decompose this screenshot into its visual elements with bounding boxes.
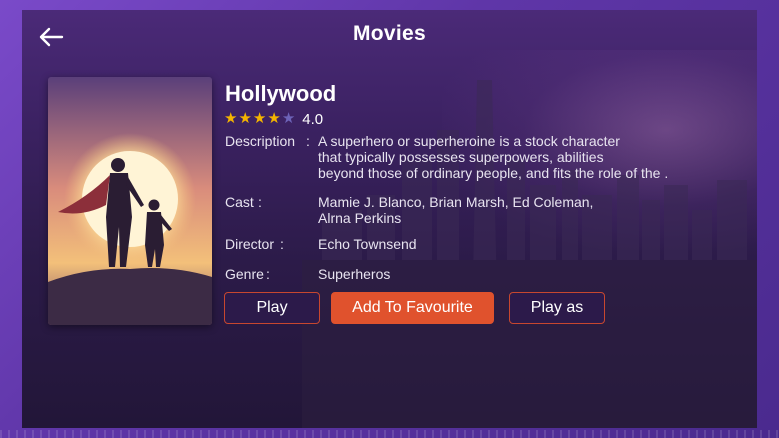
- rating: ★ ★ ★ ★ ★ 4.0: [224, 110, 323, 128]
- star-filled-icon: ★: [252, 110, 267, 127]
- star-filled-icon: ★: [238, 110, 252, 127]
- description-line: A superhero or superheroine is a stock c…: [318, 133, 620, 149]
- movie-poster: [48, 77, 212, 325]
- cast-line: Alrna Perkins: [318, 210, 402, 226]
- movie-title: Hollywood: [225, 81, 337, 106]
- description-label: Description: [225, 133, 296, 149]
- director-colon: :: [280, 236, 284, 252]
- genre-value: Superheros: [318, 266, 391, 282]
- page-title: Movies: [353, 22, 426, 45]
- add-to-favourite-button[interactable]: Add To Favourite: [331, 292, 494, 324]
- description-line: beyond those of ordinary people, and fit…: [318, 165, 669, 181]
- bottom-edge-decoration: [0, 430, 779, 438]
- movie-detail-screen: Movies Hollywood ★ ★ ★ ★ ★ 4.0 Descripti…: [22, 10, 757, 428]
- star-empty-icon: ★: [281, 110, 296, 127]
- cast-line: Mamie J. Blanco, Brian Marsh, Ed Coleman…: [318, 194, 594, 210]
- genre-colon: :: [266, 266, 270, 282]
- rating-value: 4.0: [302, 110, 324, 128]
- star-filled-icon: ★: [267, 110, 281, 127]
- play-as-button[interactable]: Play as: [509, 292, 605, 324]
- play-button[interactable]: Play: [224, 292, 320, 324]
- director-value: Echo Townsend: [318, 236, 417, 252]
- genre-label: Genre: [225, 266, 264, 282]
- director-label: Director: [225, 236, 275, 252]
- cast-colon: :: [258, 194, 262, 210]
- description-line: that typically possesses superpowers, ab…: [318, 149, 604, 165]
- star-filled-icon: ★: [224, 110, 238, 127]
- cast-label: Cast: [225, 194, 254, 210]
- description-colon: :: [306, 133, 310, 149]
